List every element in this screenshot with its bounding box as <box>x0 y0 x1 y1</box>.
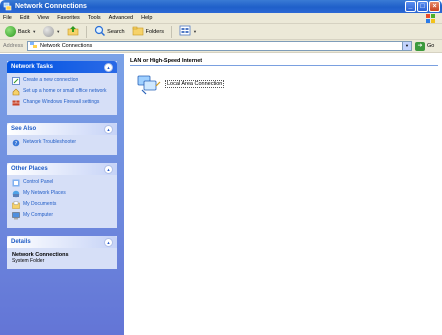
control-panel-icon <box>12 179 20 187</box>
address-bar: Address Network Connections ▼ ➜ Go <box>0 40 442 53</box>
forward-arrow-icon <box>43 26 55 37</box>
firewall-icon <box>12 99 20 107</box>
chevron-down-icon: ▼ <box>192 29 197 34</box>
address-field[interactable]: Network Connections ▼ <box>27 41 412 51</box>
collapse-icon[interactable]: ▲ <box>104 237 113 247</box>
menu-advanced[interactable]: Advanced <box>109 15 133 21</box>
network-tasks-panel: Network Tasks ▲ Create a new connection … <box>7 61 117 115</box>
maximize-button[interactable]: □ <box>417 1 428 12</box>
close-button[interactable]: × <box>429 1 440 12</box>
title-bar[interactable]: Network Connections _ □ × <box>0 0 442 13</box>
go-button[interactable]: ➜ Go <box>415 41 434 51</box>
window-title: Network Connections <box>15 3 87 10</box>
troubleshooter-icon: ? <box>12 139 20 147</box>
network-connection-icon <box>136 72 162 96</box>
see-also-panel: See Also ▲ ? Network Troubleshooter <box>7 123 117 155</box>
search-icon <box>94 25 106 38</box>
search-button[interactable]: Search <box>92 25 126 38</box>
other-places-panel: Other Places ▲ Control Panel My Network … <box>7 163 117 228</box>
other-places-header[interactable]: Other Places ▲ <box>7 163 117 175</box>
computer-icon <box>12 212 20 220</box>
network-connections-icon <box>30 41 38 51</box>
toolbar-separator <box>170 25 172 38</box>
menu-favorites[interactable]: Favorites <box>57 15 80 21</box>
toolbar: Back ▼ ▼ Search Folders ▼ <box>0 24 442 40</box>
place-control-panel[interactable]: Control Panel <box>12 179 112 187</box>
menu-help[interactable]: Help <box>141 15 152 21</box>
menu-tools[interactable]: Tools <box>88 15 101 21</box>
toolbar-separator <box>86 25 88 38</box>
task-pane: Network Tasks ▲ Create a new connection … <box>0 54 124 335</box>
chevron-down-icon: ▼ <box>32 29 37 34</box>
details-type: System Folder <box>12 258 45 264</box>
network-connections-icon <box>3 2 12 11</box>
go-arrow-icon: ➜ <box>415 41 425 51</box>
views-button[interactable]: ▼ <box>177 25 199 38</box>
windows-logo-icon <box>424 13 438 24</box>
back-arrow-icon <box>5 26 16 37</box>
group-header: LAN or High-Speed Internet <box>130 58 438 66</box>
task-setup-home-network[interactable]: Set up a home or small office network <box>12 88 112 96</box>
task-network-troubleshooter[interactable]: ? Network Troubleshooter <box>12 139 112 147</box>
chevron-down-icon[interactable]: ▼ <box>402 42 411 50</box>
documents-folder-icon <box>12 201 20 209</box>
content-area: LAN or High-Speed Internet Local Area Co… <box>124 54 442 335</box>
connection-label: Local Area Connection <box>165 80 225 88</box>
place-my-network-places[interactable]: My Network Places <box>12 190 112 198</box>
menu-view[interactable]: View <box>37 15 49 21</box>
back-button[interactable]: Back ▼ <box>3 25 38 38</box>
minimize-button[interactable]: _ <box>405 1 416 12</box>
details-header[interactable]: Details ▲ <box>7 236 117 248</box>
collapse-icon[interactable]: ▲ <box>104 164 113 174</box>
network-tasks-header[interactable]: Network Tasks ▲ <box>7 61 117 73</box>
up-folder-icon <box>67 25 79 38</box>
collapse-icon[interactable]: ▲ <box>104 124 113 134</box>
chevron-down-icon: ▼ <box>56 29 61 34</box>
home-network-icon <box>12 88 20 96</box>
folders-button[interactable]: Folders <box>130 25 166 38</box>
network-places-icon <box>12 190 20 198</box>
svg-text:?: ? <box>15 141 18 147</box>
collapse-icon[interactable]: ▲ <box>104 62 113 72</box>
task-create-connection[interactable]: Create a new connection <box>12 77 112 85</box>
up-folder-button[interactable] <box>65 25 81 38</box>
menu-edit[interactable]: Edit <box>20 15 29 21</box>
folders-icon <box>132 25 144 38</box>
menu-file[interactable]: File <box>3 15 12 21</box>
forward-button[interactable]: ▼ <box>41 25 62 38</box>
place-my-computer[interactable]: My Computer <box>12 212 112 220</box>
task-firewall-settings[interactable]: Change Windows Firewall settings <box>12 99 112 107</box>
address-label: Address <box>3 43 24 49</box>
place-my-documents[interactable]: My Documents <box>12 201 112 209</box>
see-also-header[interactable]: See Also ▲ <box>7 123 117 135</box>
menu-bar: File Edit View Favorites Tools Advanced … <box>0 13 442 24</box>
new-connection-icon <box>12 77 20 85</box>
local-area-connection-item[interactable]: Local Area Connection <box>136 72 436 96</box>
details-panel: Details ▲ Network Connections System Fol… <box>7 236 117 269</box>
views-icon <box>179 25 191 38</box>
address-value: Network Connections <box>40 43 93 49</box>
